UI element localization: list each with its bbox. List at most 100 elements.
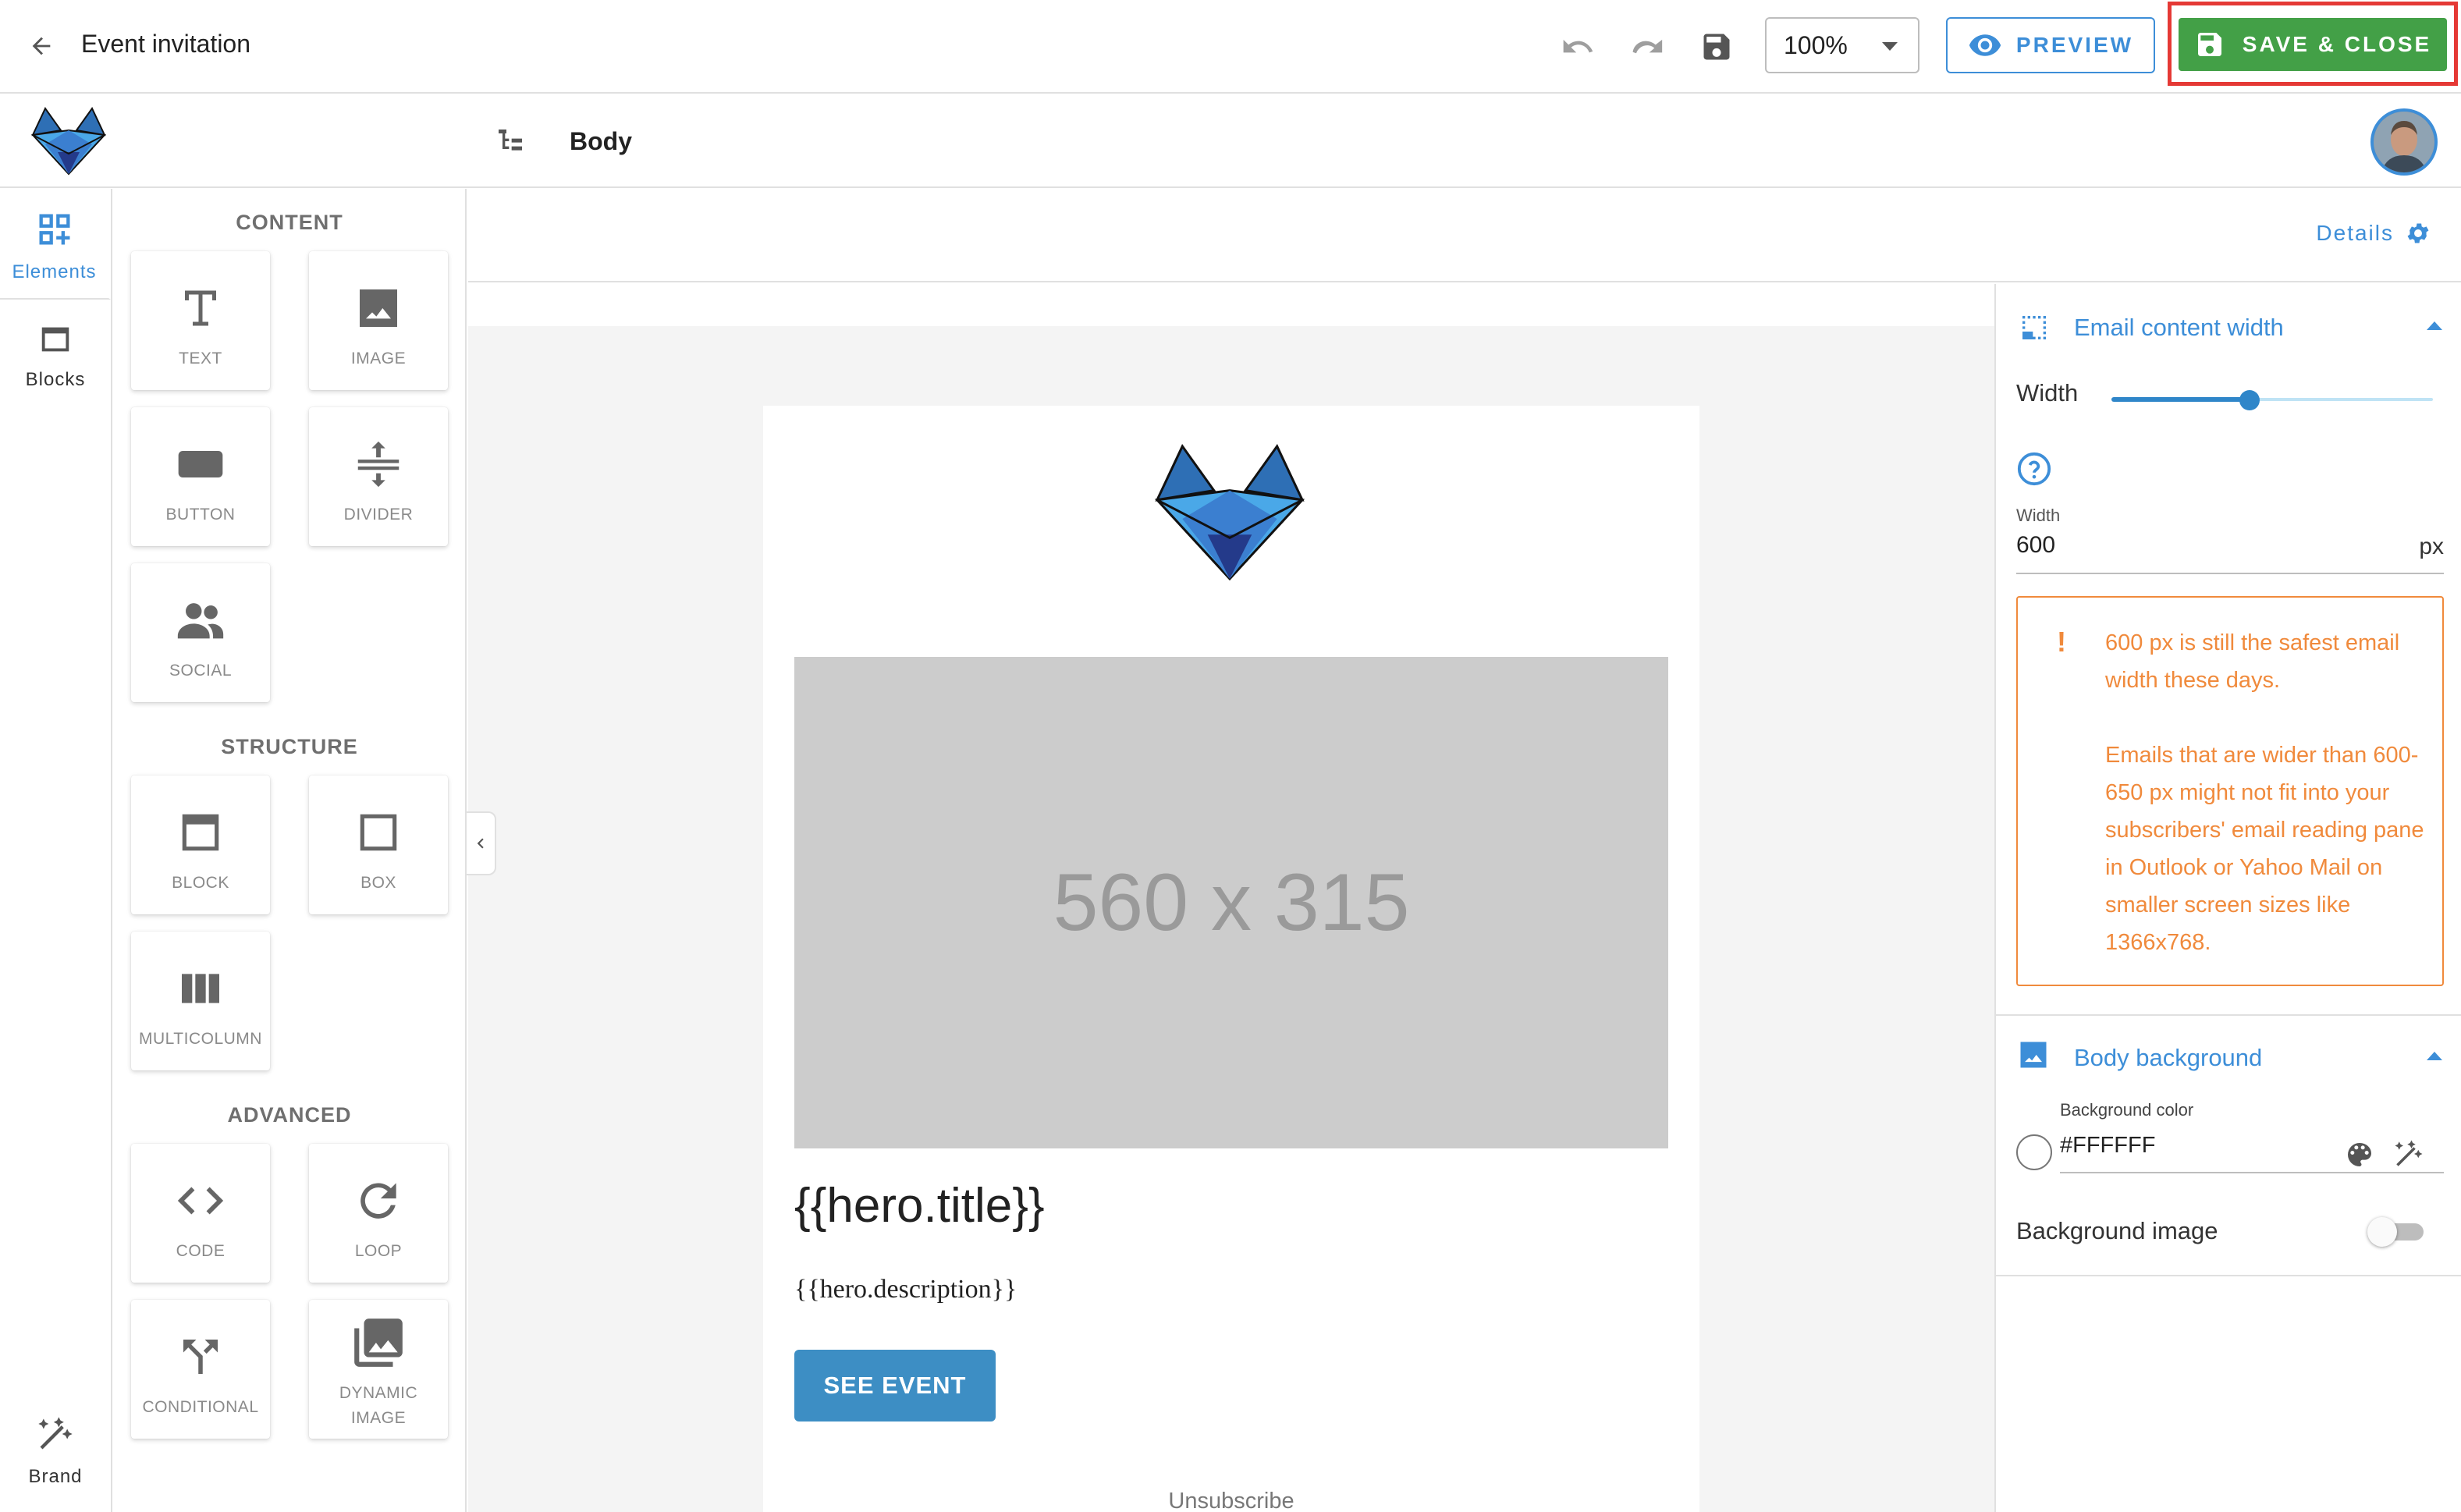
element-block[interactable]: BLOCK [131,776,270,914]
zoom-select[interactable]: 100% [1765,17,1919,73]
section-content-heading: CONTENT [236,211,343,234]
width-slider[interactable] [2111,389,2433,412]
details-label: Details [2316,221,2394,245]
chevron-up-icon [2427,1052,2442,1060]
block-icon [41,327,69,352]
columns-icon [182,974,219,1003]
image-icon [2020,1042,2047,1068]
element-code[interactable]: CODE [131,1144,270,1283]
tab-blocks-label: Blocks [25,369,86,390]
warning-line-1: 600 px is still the safest email width t… [2105,630,2400,693]
exclamation-icon: ! [2057,626,2066,658]
user-avatar[interactable] [2370,108,2438,176]
chevron-down-icon [1882,42,1898,51]
background-image-toggle[interactable] [2367,1212,2428,1250]
see-event-button[interactable]: SEE EVENT [794,1350,996,1421]
body-background-section-header[interactable]: Body background [1996,1014,2461,1077]
background-image-label: Background image [2016,1217,2218,1244]
preview-button[interactable]: PREVIEW [1946,17,2155,73]
element-loop-label: LOOP [354,1242,403,1260]
chevron-left-icon [477,838,484,849]
layer-tree-icon[interactable] [495,126,526,157]
background-color-label: Background color [2060,1100,2194,1120]
undo-icon[interactable] [1557,27,1598,67]
element-text[interactable]: TEXT [131,251,270,390]
hero-description[interactable]: {{hero.description}} [794,1275,1017,1304]
element-divider-label: DIVIDER [343,506,414,524]
width-field-label: Width [2016,506,2061,525]
tab-blocks[interactable]: Blocks [0,321,111,391]
background-color-input[interactable]: #FFFFFF [2060,1125,2444,1173]
code-icon [177,1187,224,1215]
details-button[interactable]: Details [2316,220,2431,247]
element-button[interactable]: BUTTON [131,407,270,546]
preview-label: PREVIEW [2015,33,2134,57]
fox-logo[interactable] [30,107,108,177]
element-image[interactable]: IMAGE [309,251,448,390]
email-body[interactable]: 560 x 315 {{hero.title}} {{hero.descript… [763,406,1699,1512]
gear-icon [2407,223,2429,243]
element-multicolumn[interactable]: MULTICOLUMN [131,932,270,1070]
left-rail: Elements Blocks Brand [0,189,112,1512]
breadcrumb-body[interactable]: Body [570,127,632,156]
split-arrow-icon [183,1340,218,1374]
eye-icon [1969,34,2001,56]
magic-wand-icon[interactable] [2392,1138,2425,1170]
settings-panel: Email content width Width Width 600 px !… [1994,284,2461,1512]
text-icon [185,290,216,326]
block-icon [182,814,219,851]
help-circle-icon[interactable] [2016,451,2052,487]
content-width-section-header[interactable]: Email content width [1996,284,2461,346]
save-close-label: SAVE & CLOSE [2242,32,2432,56]
editor-canvas: 560 x 315 {{hero.title}} {{hero.descript… [468,284,1994,1512]
tab-brand[interactable]: Brand [0,1414,111,1488]
save-close-button[interactable]: SAVE & CLOSE [2179,18,2447,71]
divider-icon [357,441,400,488]
color-swatch[interactable] [2016,1134,2052,1170]
tab-elements-label: Elements [12,261,97,282]
people-icon [177,603,224,639]
element-multicolumn-label: MULTICOLUMN [139,1030,262,1048]
save-icon[interactable] [1696,27,1737,67]
image-stack-icon [354,1319,403,1367]
redo-icon[interactable] [1626,27,1667,67]
element-dynamic-image[interactable]: DYNAMIC IMAGE [309,1300,448,1439]
top-toolbar: Event invitation 100% PREVIEW SAVE & CLO… [0,0,2461,94]
element-image-label: IMAGE [350,350,407,367]
element-social[interactable]: SOCIAL [131,563,270,702]
unsubscribe-link[interactable]: Unsubscribe [763,1489,1699,1512]
section-structure-heading: STRUCTURE [221,735,358,758]
hero-image-placeholder[interactable]: 560 x 315 [794,657,1668,1148]
email-fox-logo[interactable] [1150,443,1309,585]
canvas-header: Details [468,189,2461,282]
width-warning-box: ! 600 px is still the safest email width… [2016,596,2444,986]
element-conditional[interactable]: CONDITIONAL [131,1300,270,1439]
body-background-heading: Body background [2074,1044,2263,1071]
palette-icon[interactable] [2344,1139,2375,1170]
hero-title[interactable]: {{hero.title}} [794,1178,1045,1233]
element-conditional-label: CONDITIONAL [142,1398,259,1416]
collapse-panel-button[interactable] [467,811,496,875]
width-field-value[interactable]: 600 [2016,532,2055,559]
element-loop[interactable]: LOOP [309,1144,448,1283]
warning-text: 600 px is still the safest email width t… [2105,624,2425,961]
section-advanced-heading: ADVANCED [227,1103,352,1127]
tab-elements[interactable]: Elements [0,189,111,300]
elements-panel: CONTENT TEXT IMAGE BUTTON DIVIDER SOCIAL… [112,189,467,1512]
element-box[interactable]: BOX [309,776,448,914]
element-block-label: BLOCK [172,874,229,892]
zoom-value: 100% [1784,30,1848,59]
refresh-icon [360,1183,396,1219]
element-text-label: TEXT [179,350,222,367]
back-arrow-icon[interactable] [22,27,61,66]
element-divider[interactable]: DIVIDER [309,407,448,546]
dashboard-add-icon [39,214,69,245]
save-icon [2197,33,2221,56]
width-slider-thumb[interactable] [2239,390,2260,410]
tab-brand-label: Brand [28,1466,83,1487]
element-social-label: SOCIAL [169,662,233,680]
secondary-bar: Body [0,94,2461,188]
width-input-field[interactable]: Width 600 px [2016,506,2444,574]
width-slider-label: Width [2016,379,2079,406]
image-icon [360,289,397,327]
